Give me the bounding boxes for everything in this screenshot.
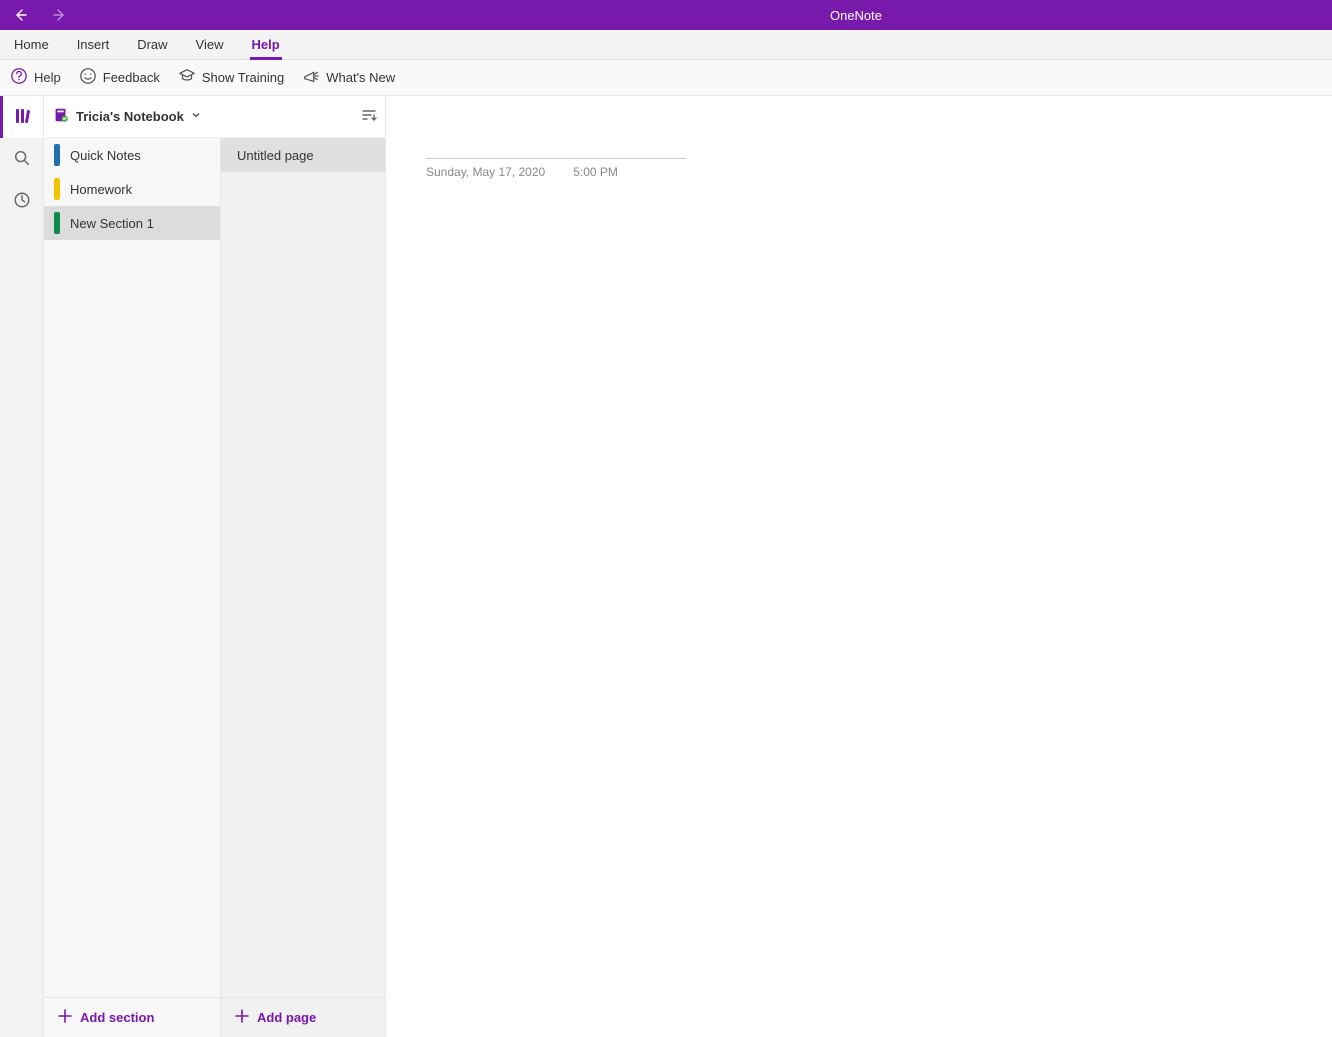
- rail-recent[interactable]: [0, 180, 43, 222]
- tab-draw[interactable]: Draw: [123, 30, 181, 59]
- nav-footer: Add section Add page: [44, 997, 385, 1037]
- section-color-swatch: [54, 144, 60, 166]
- icon-rail: [0, 96, 44, 1037]
- page-item-untitled[interactable]: Untitled page: [221, 138, 385, 172]
- tab-label: Draw: [137, 37, 167, 52]
- notebook-title: Tricia's Notebook: [76, 109, 184, 124]
- add-section-label: Add section: [80, 1010, 154, 1025]
- rail-notebooks[interactable]: [0, 96, 43, 138]
- nav-panel: Tricia's Notebook Quick Notes Homework: [44, 96, 386, 1037]
- notebooks-icon: [13, 106, 33, 129]
- page-canvas[interactable]: Sunday, May 17, 2020 5:00 PM: [386, 96, 1332, 1037]
- page-date: Sunday, May 17, 2020: [426, 165, 545, 179]
- page-time: 5:00 PM: [573, 165, 618, 179]
- whats-new-label: What's New: [326, 70, 395, 85]
- whats-new-button[interactable]: What's New: [302, 67, 395, 88]
- tab-view[interactable]: View: [182, 30, 238, 59]
- plus-icon: [58, 1009, 72, 1026]
- section-label: New Section 1: [70, 216, 154, 231]
- feedback-icon: [79, 67, 97, 88]
- page-list: Untitled page: [221, 138, 385, 997]
- megaphone-icon: [302, 67, 320, 88]
- tab-home[interactable]: Home: [0, 30, 63, 59]
- recent-icon: [13, 191, 31, 212]
- notebook-icon: [52, 106, 70, 127]
- main-area: Tricia's Notebook Quick Notes Homework: [0, 96, 1332, 1037]
- ribbon: Help Feedback Show Training What's New: [0, 60, 1332, 96]
- show-training-button[interactable]: Show Training: [178, 67, 284, 88]
- add-page-label: Add page: [257, 1010, 316, 1025]
- tab-label: Insert: [77, 37, 110, 52]
- add-page-button[interactable]: Add page: [221, 998, 385, 1037]
- title-bar: OneNote: [0, 0, 1332, 30]
- feedback-button[interactable]: Feedback: [79, 67, 160, 88]
- tab-insert[interactable]: Insert: [63, 30, 124, 59]
- page-title-input[interactable]: [426, 126, 686, 159]
- feedback-label: Feedback: [103, 70, 160, 85]
- forward-arrow-icon[interactable]: [52, 7, 68, 23]
- search-icon: [13, 149, 31, 170]
- help-icon: [10, 67, 28, 88]
- menu-bar: Home Insert Draw View Help: [0, 30, 1332, 60]
- section-color-swatch: [54, 212, 60, 234]
- training-label: Show Training: [202, 70, 284, 85]
- chevron-down-icon: [190, 109, 202, 124]
- training-icon: [178, 67, 196, 88]
- section-color-swatch: [54, 178, 60, 200]
- section-label: Homework: [70, 182, 132, 197]
- tab-help[interactable]: Help: [238, 30, 294, 59]
- notebook-header[interactable]: Tricia's Notebook: [44, 96, 385, 138]
- app-title: OneNote: [450, 8, 882, 23]
- section-item-quick-notes[interactable]: Quick Notes: [44, 138, 220, 172]
- section-label: Quick Notes: [70, 148, 141, 163]
- tab-label: Home: [14, 37, 49, 52]
- help-button[interactable]: Help: [10, 67, 61, 88]
- sort-icon[interactable]: [361, 107, 377, 126]
- add-section-button[interactable]: Add section: [44, 998, 221, 1037]
- back-arrow-icon[interactable]: [12, 7, 28, 23]
- section-item-new-section-1[interactable]: New Section 1: [44, 206, 220, 240]
- page-label: Untitled page: [237, 148, 314, 163]
- tab-label: Help: [252, 37, 280, 52]
- section-item-homework[interactable]: Homework: [44, 172, 220, 206]
- section-list: Quick Notes Homework New Section 1: [44, 138, 221, 997]
- rail-search[interactable]: [0, 138, 43, 180]
- plus-icon: [235, 1009, 249, 1026]
- tab-label: View: [196, 37, 224, 52]
- help-label: Help: [34, 70, 61, 85]
